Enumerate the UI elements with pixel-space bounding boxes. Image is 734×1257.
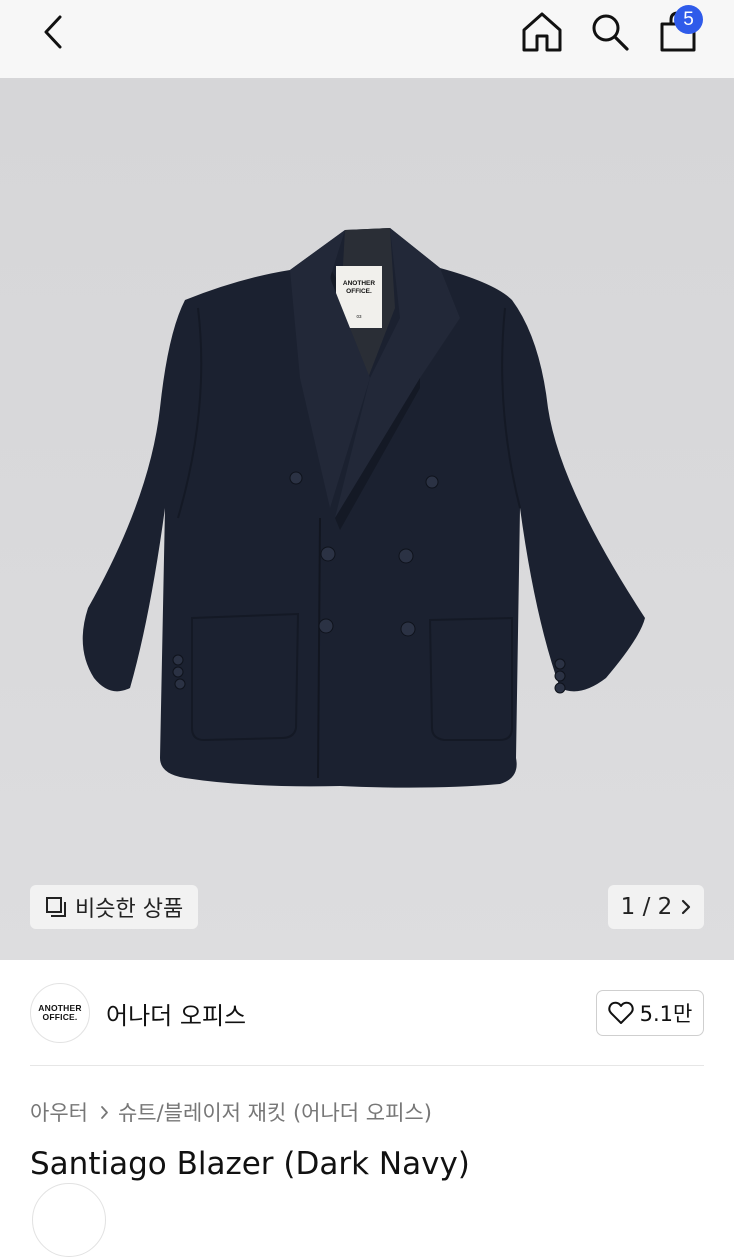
jacket-tag-line3: 03 (356, 314, 362, 319)
jacket-tag-line2: OFFICE. (346, 288, 372, 295)
cart-count-badge: 5 (674, 5, 703, 34)
home-button[interactable] (518, 8, 566, 56)
brand-row: ANOTHER OFFICE. 어나더 오피스 5.1만 (0, 960, 734, 1066)
like-button[interactable]: 5.1만 (596, 990, 704, 1036)
avatar (32, 1183, 106, 1257)
similar-items-icon (45, 896, 67, 918)
home-icon (522, 12, 562, 52)
pager-text: 1 / 2 (620, 894, 673, 920)
product-image-carousel[interactable]: ANOTHER OFFICE. 03 비슷한 상품 1 / 2 (0, 78, 734, 960)
search-icon (592, 14, 629, 51)
image-pager[interactable]: 1 / 2 (608, 885, 704, 929)
product-photo: ANOTHER OFFICE. 03 (82, 228, 645, 788)
similar-products-button[interactable]: 비슷한 상품 (30, 885, 198, 929)
jacket-tag-line1: ANOTHER (343, 280, 375, 287)
heart-icon (607, 1001, 634, 1025)
like-count: 5.1만 (639, 1002, 693, 1026)
breadcrumb: 아우터 슈트/블레이저 재킷 (어나더 오피스) (30, 1097, 432, 1127)
chevron-right-icon (681, 899, 691, 915)
top-navigation-bar: 5 (0, 0, 734, 78)
product-title: Santiago Blazer (Dark Navy) (30, 1146, 470, 1182)
chevron-right-icon (100, 1105, 109, 1120)
back-button[interactable] (30, 12, 76, 52)
search-button[interactable] (586, 8, 634, 56)
breadcrumb-category[interactable]: 아우터 (30, 1097, 88, 1127)
brand-name-link[interactable]: 어나더 오피스 (106, 996, 246, 1031)
breadcrumb-subcategory[interactable]: 슈트/블레이저 재킷 (어나더 오피스) (118, 1097, 432, 1127)
brand-logo-line2: OFFICE. (42, 1012, 78, 1022)
brand-logo[interactable]: ANOTHER OFFICE. (30, 983, 90, 1043)
divider (30, 1065, 704, 1066)
similar-products-label: 비슷한 상품 (75, 897, 184, 922)
chevron-left-icon (44, 15, 62, 49)
